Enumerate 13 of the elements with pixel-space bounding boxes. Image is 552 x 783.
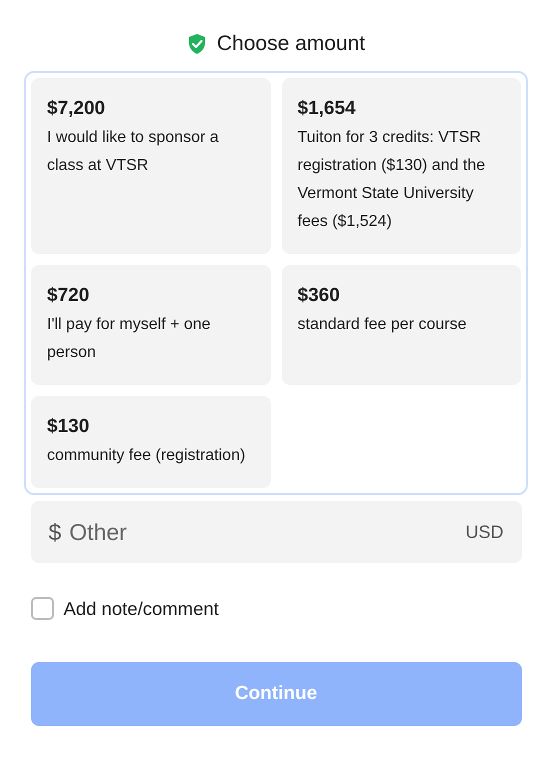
currency-label: USD (465, 520, 504, 544)
currency-symbol: $ (48, 518, 62, 547)
amount-option-card[interactable]: $7,200 I would like to sponsor a class at VTSR (31, 78, 270, 254)
amount-option-card[interactable]: $130 community fee (registration) (31, 396, 270, 488)
note-label: Add note/comment (64, 597, 219, 621)
section-title: Choose amount (216, 31, 366, 58)
shield-check-icon (186, 33, 207, 55)
amount-option-card[interactable]: $1,654 Tuiton for 3 credits: VTSR registration ($130) and the Vermont State University fees ($1,524) (282, 78, 521, 254)
amount-option-card[interactable]: $720 I'll pay for myself + one person (31, 265, 270, 385)
amount-option-card[interactable]: $360 standard fee per course (282, 265, 521, 385)
note-checkbox[interactable] (30, 597, 54, 620)
other-amount-field[interactable]: $ Other USD (30, 501, 522, 563)
amount-input[interactable]: Other (69, 514, 466, 550)
